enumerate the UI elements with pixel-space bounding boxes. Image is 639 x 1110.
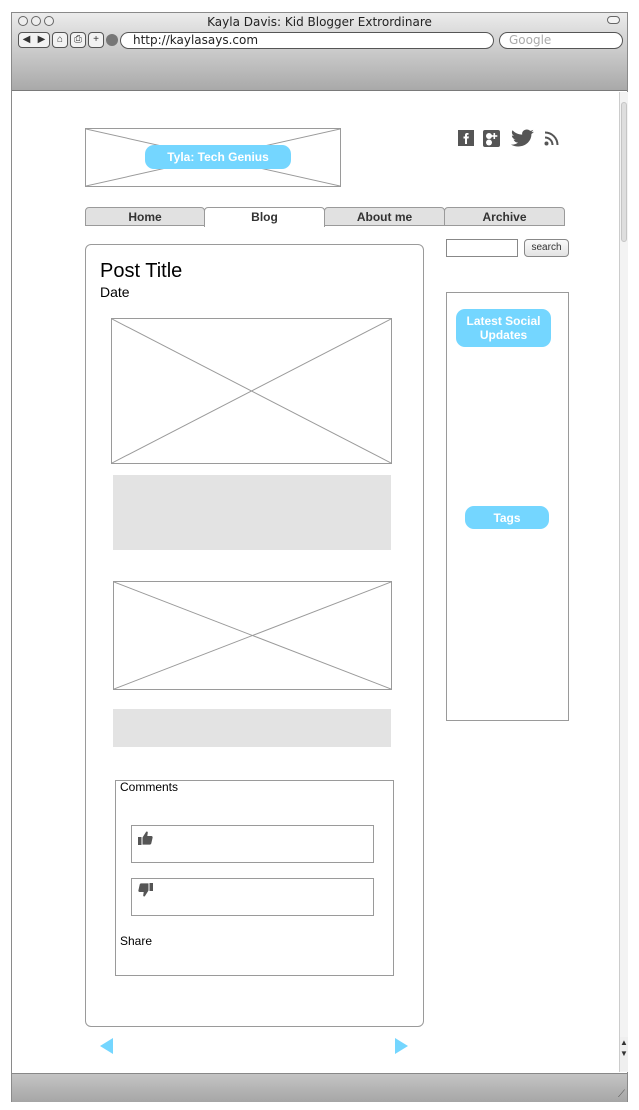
add-bookmark-button[interactable]: + — [88, 32, 104, 48]
scroll-arrows[interactable]: ▲ ▼ — [619, 1037, 628, 1071]
vertical-scrollbar[interactable] — [619, 92, 628, 1072]
next-post-arrow-icon[interactable] — [395, 1038, 408, 1054]
like-box[interactable] — [131, 825, 374, 863]
logo-label[interactable]: Tyla: Tech Genius — [145, 145, 291, 169]
tab-archive[interactable]: Archive — [444, 207, 565, 226]
url-field[interactable]: http://kaylasays.com — [120, 32, 494, 49]
browser-nav-buttons: ◀ ▶ ⌂ ⎙ + — [18, 32, 118, 48]
resize-grip-icon[interactable]: ⟋ — [618, 1089, 625, 1100]
tab-blog[interactable]: Blog — [204, 207, 325, 227]
back-button[interactable]: ◀ — [19, 33, 34, 47]
post-date: Date — [100, 284, 130, 300]
social-icons — [458, 129, 559, 152]
post-text-block-2 — [113, 709, 391, 747]
post-image-1 — [111, 318, 392, 464]
share-label[interactable]: Share — [120, 934, 152, 948]
toolbar-toggle-button[interactable] — [607, 16, 620, 24]
latest-social-updates-label[interactable]: Latest Social Updates — [456, 309, 551, 347]
twitter-icon[interactable] — [509, 129, 535, 152]
scroll-thumb[interactable] — [621, 102, 627, 242]
thumbs-down-icon[interactable] — [138, 882, 153, 903]
tab-about-me[interactable]: About me — [324, 207, 445, 226]
post-text-block-1 — [113, 475, 391, 550]
google-plus-icon[interactable] — [483, 129, 500, 152]
window-title: Kayla Davis: Kid Blogger Extrordinare — [207, 15, 432, 29]
back-forward-buttons: ◀ ▶ — [18, 32, 50, 48]
site-search-input[interactable] — [446, 239, 518, 257]
tags-label[interactable]: Tags — [465, 506, 549, 529]
image-placeholder-icon — [112, 319, 391, 463]
facebook-icon[interactable] — [458, 130, 474, 151]
search-button[interactable]: search — [524, 239, 569, 257]
post-image-2 — [113, 581, 392, 690]
tab-home[interactable]: Home — [85, 207, 205, 226]
post-title[interactable]: Post Title — [100, 260, 182, 283]
thumbs-up-icon[interactable] — [138, 830, 153, 851]
rss-icon[interactable] — [544, 131, 559, 151]
browser-toolbar: Kayla Davis: Kid Blogger Extrordinare ◀ … — [12, 13, 627, 91]
previous-post-arrow-icon[interactable] — [100, 1038, 113, 1054]
image-placeholder-icon — [114, 582, 391, 689]
print-button[interactable]: ⎙ — [70, 32, 86, 48]
site-globe-icon — [106, 34, 118, 46]
forward-button[interactable]: ▶ — [34, 33, 49, 47]
dislike-box[interactable] — [131, 878, 374, 916]
comments-label: Comments — [120, 780, 179, 794]
browser-search-field[interactable]: Google — [499, 32, 623, 49]
home-button[interactable]: ⌂ — [52, 32, 68, 48]
status-bar: ⟋ — [12, 1073, 627, 1102]
